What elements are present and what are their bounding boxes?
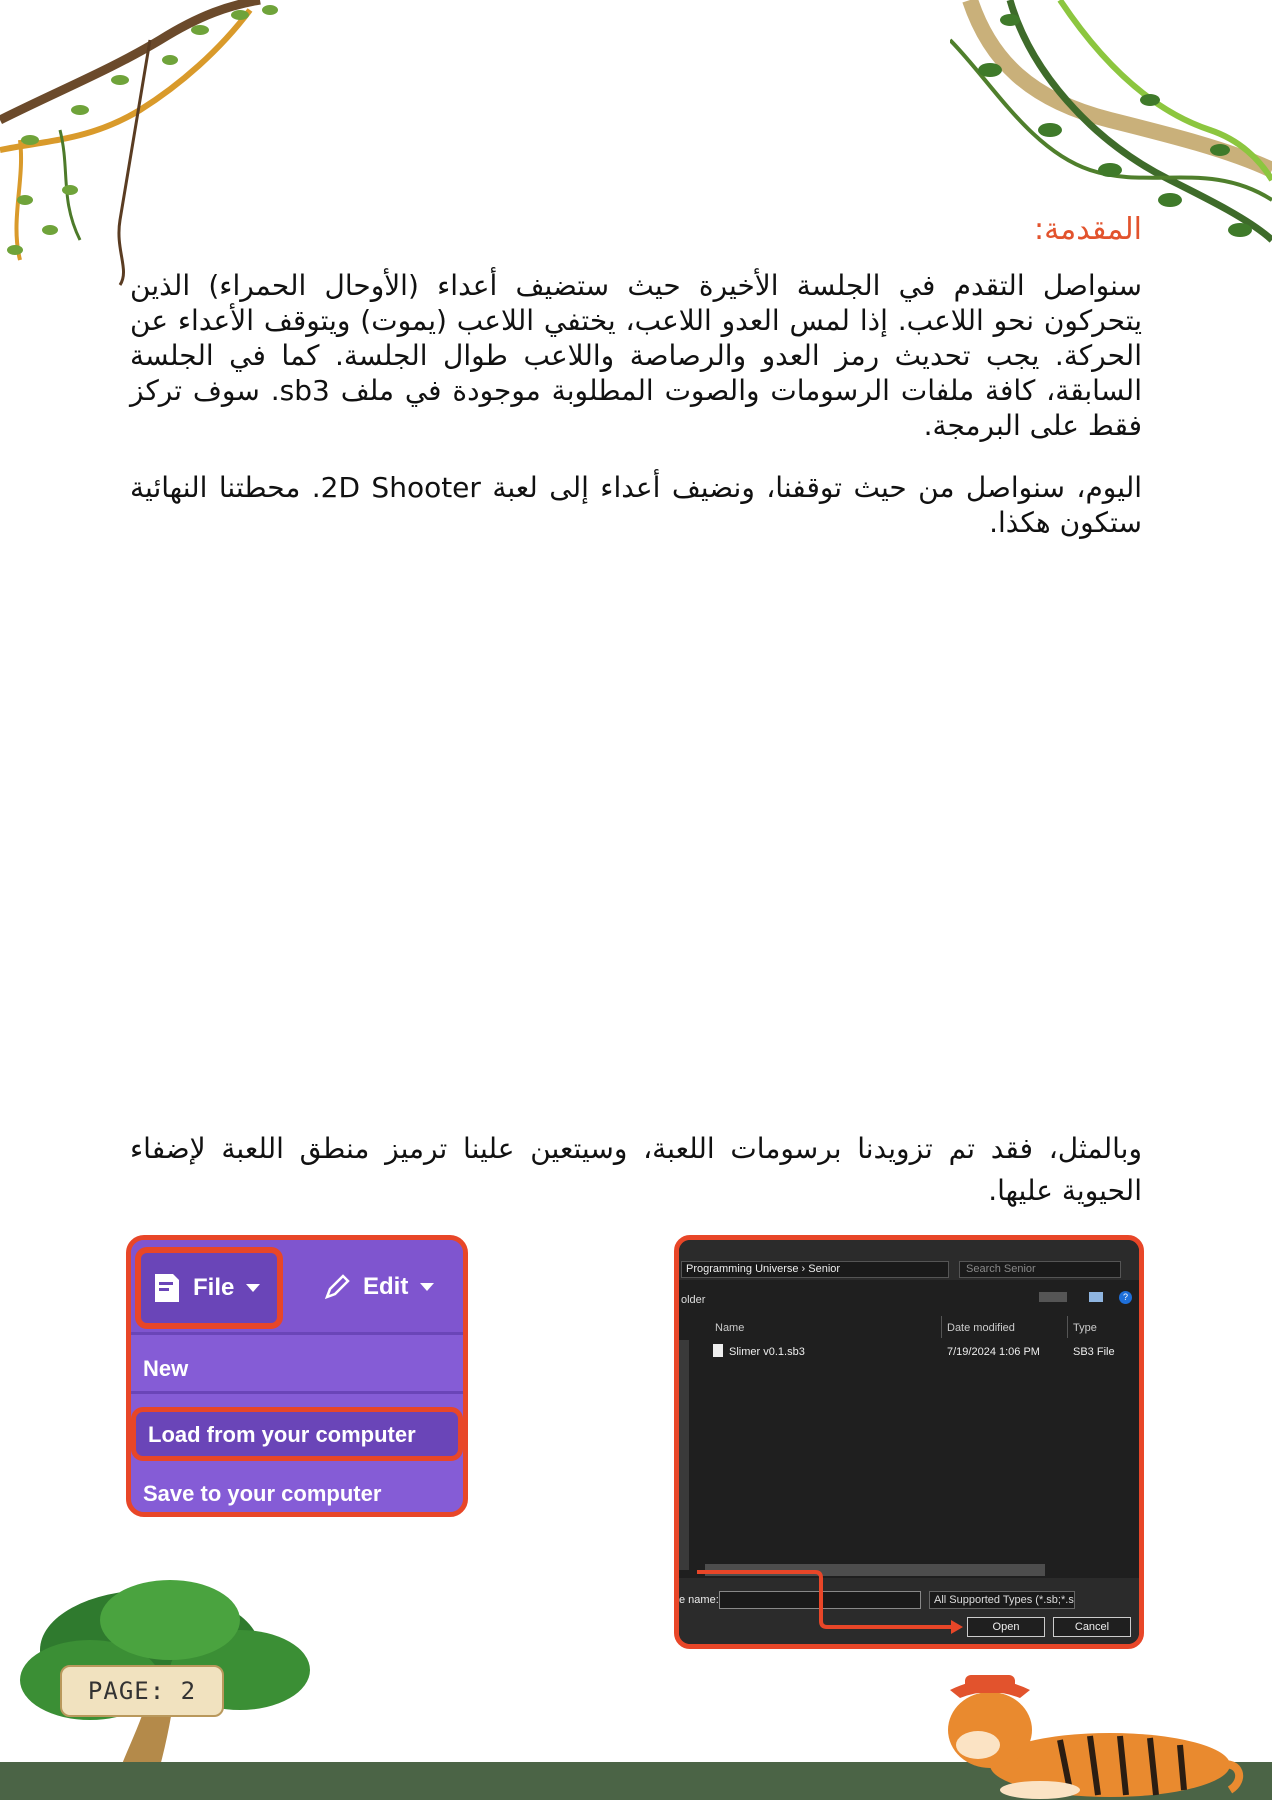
menu-item-load-from-computer[interactable]: Load from your computer <box>131 1407 463 1461</box>
chevron-down-icon <box>420 1283 435 1291</box>
file-open-dialog-screenshot: Programming Universe › Senior Search Sen… <box>674 1235 1144 1649</box>
edit-menu-button[interactable]: Edit <box>323 1260 435 1314</box>
file-menu-button[interactable]: File <box>135 1247 283 1329</box>
edit-menu-label: Edit <box>363 1273 409 1300</box>
scratch-file-menu-screenshot: File Edit New Load from your computer Sa… <box>126 1235 468 1517</box>
chevron-down-icon <box>246 1284 261 1292</box>
scratch-menubar: File Edit <box>131 1240 463 1335</box>
pencil-icon <box>324 1274 350 1300</box>
intro-paragraph-3: وبالمثل، فقد تم تزويدنا برسومات اللعبة، … <box>130 1132 1142 1207</box>
tiger-illustration <box>948 1675 1244 1799</box>
page-number-scroll: PAGE: 2 <box>60 1665 224 1717</box>
file-menu-label: File <box>193 1274 235 1301</box>
intro-paragraph-2: اليوم، سنواصل من حيث توقفنا، ونضيف أعداء… <box>130 471 1142 539</box>
file-icon <box>155 1274 179 1302</box>
arrow-annotation-icon <box>697 1570 963 1634</box>
section-heading: المقدمة: <box>1033 212 1142 247</box>
menu-item-save-to-computer[interactable]: Save to your computer <box>131 1472 463 1512</box>
intro-paragraph-1: سنواصل التقدم في الجلسة الأخيرة حيث ستضي… <box>130 269 1142 442</box>
menu-item-new[interactable]: New <box>131 1344 463 1394</box>
